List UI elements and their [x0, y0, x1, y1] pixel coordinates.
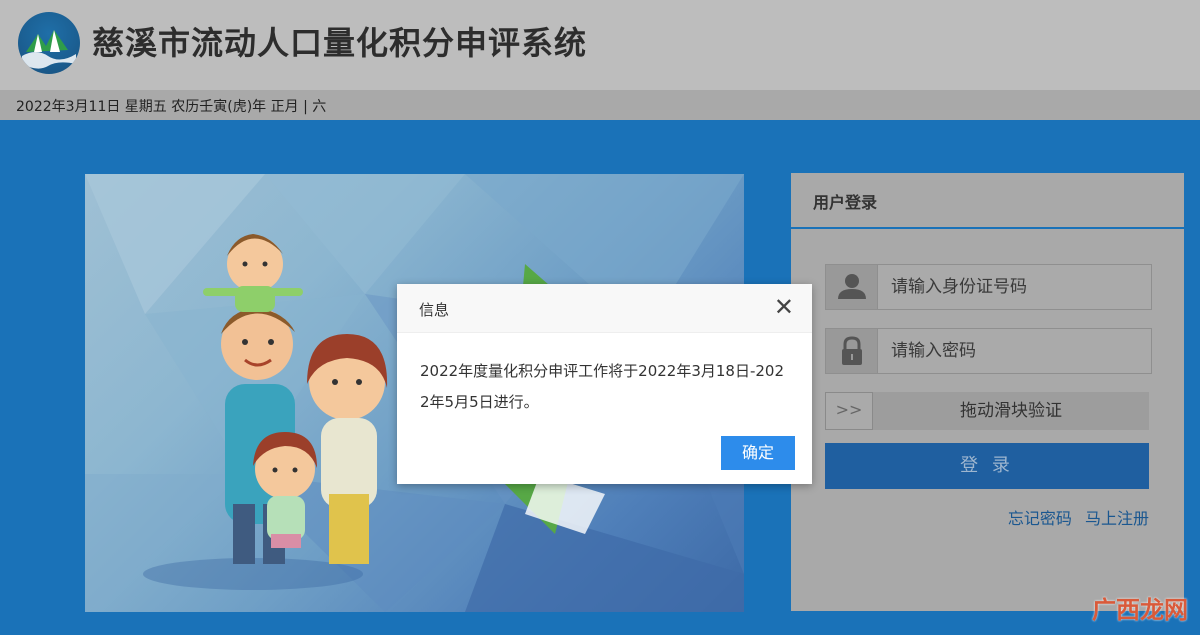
id-number-input[interactable] — [879, 265, 1151, 309]
site-title: 慈溪市流动人口量化积分申评系统 — [92, 24, 588, 62]
slider-handle[interactable]: >> — [825, 392, 873, 430]
lock-icon — [826, 329, 878, 373]
dialog-message: 2022年度量化积分申评工作将于2022年3月18日-2022年5月5日进行。 — [420, 362, 785, 411]
watermark-logo: 广西龙网 — [1092, 596, 1188, 624]
login-links: 忘记密码 马上注册 — [1000, 505, 1149, 529]
date-text: 2022年3月11日 星期五 农历壬寅(虎)年 正月 | 六 — [16, 99, 327, 115]
password-field[interactable] — [825, 328, 1152, 374]
confirm-button[interactable]: 确定 — [721, 436, 795, 470]
slider-label: 拖动滑块验证 — [960, 401, 1062, 421]
user-icon — [826, 265, 878, 309]
dialog-title: 信息 — [419, 301, 450, 319]
password-input[interactable] — [879, 329, 1151, 373]
login-panel: 用户登录 >> 拖动滑块验证 登 录 忘记密码 马上注册 — [791, 173, 1184, 611]
slider-verification[interactable]: >> 拖动滑块验证 — [825, 392, 1149, 430]
logo-icon — [18, 12, 80, 74]
login-header: 用户登录 — [791, 173, 1184, 229]
register-link[interactable]: 马上注册 — [1085, 509, 1149, 528]
info-dialog: 信息 ✕ 2022年度量化积分申评工作将于2022年3月18日-2022年5月5… — [397, 284, 812, 484]
forgot-password-link[interactable]: 忘记密码 — [1008, 509, 1072, 528]
login-button[interactable]: 登 录 — [825, 443, 1149, 489]
id-number-field[interactable] — [825, 264, 1152, 310]
dialog-header: 信息 ✕ — [397, 284, 812, 333]
login-title: 用户登录 — [813, 193, 878, 212]
site-header: 慈溪市流动人口量化积分申评系统 — [0, 0, 1200, 90]
date-bar: 2022年3月11日 星期五 农历壬寅(虎)年 正月 | 六 — [0, 90, 1200, 120]
close-icon[interactable]: ✕ — [774, 295, 794, 319]
